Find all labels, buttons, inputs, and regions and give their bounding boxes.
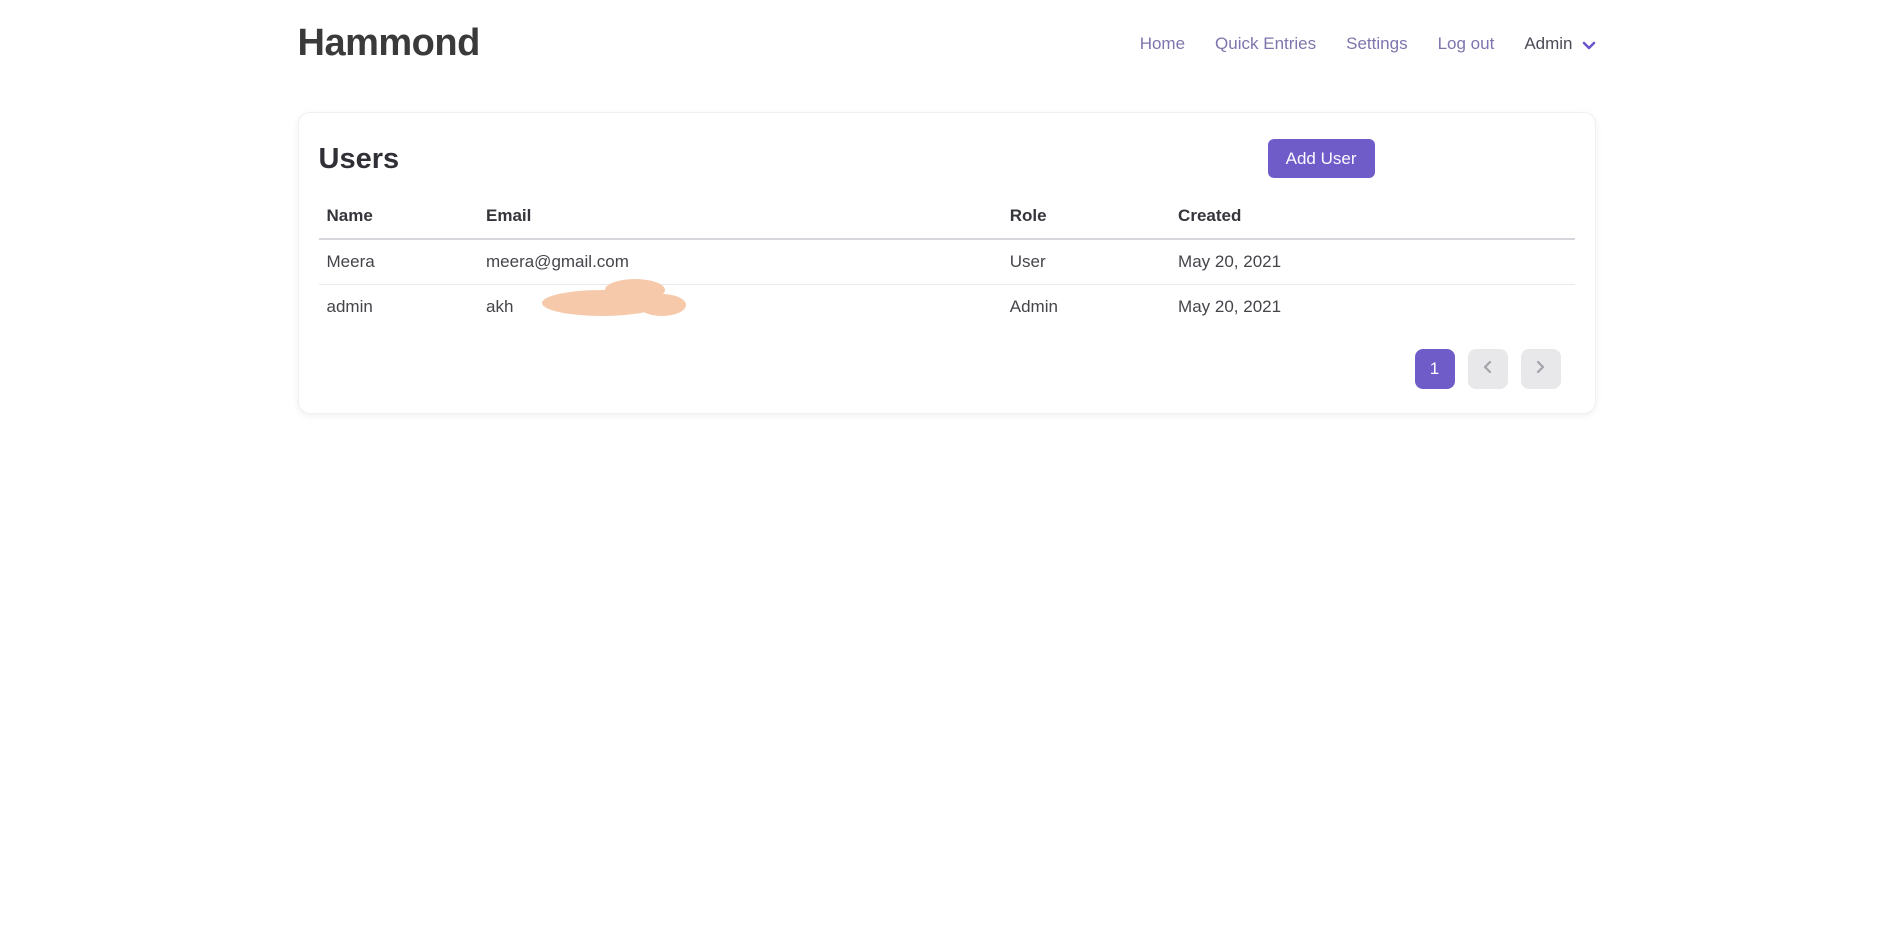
column-header-email: Email (478, 194, 1002, 239)
cell-email-text: akh (486, 297, 513, 316)
column-header-created: Created (1170, 194, 1574, 239)
table-row: Meera meera@gmail.com User May 20, 2021 (319, 239, 1575, 285)
cell-role: User (1002, 239, 1170, 285)
chevron-right-icon (1536, 359, 1545, 379)
table-row: admin akh Admin May 20, 2021 (319, 285, 1575, 330)
cell-created: May 20, 2021 (1170, 285, 1574, 330)
users-table: Name Email Role Created Meera meera@gmai… (319, 194, 1575, 329)
nav-item-settings[interactable]: Settings (1346, 34, 1407, 54)
nav-item-logout[interactable]: Log out (1438, 34, 1495, 54)
cell-name: admin (319, 285, 479, 330)
cell-name: Meera (319, 239, 479, 285)
chevron-down-icon (1582, 35, 1596, 55)
table-header-row: Name Email Role Created (319, 194, 1575, 239)
user-menu-dropdown[interactable]: Admin (1524, 32, 1595, 55)
nav-item-home[interactable]: Home (1140, 34, 1185, 54)
cell-email: akh (478, 285, 1002, 330)
column-header-name: Name (319, 194, 479, 239)
main-nav: Home Quick Entries Settings Log out Admi… (1140, 32, 1596, 55)
cell-role: Admin (1002, 285, 1170, 330)
nav-item-quick-entries[interactable]: Quick Entries (1215, 34, 1316, 54)
brand-logo[interactable]: Hammond (298, 22, 480, 65)
chevron-left-icon (1483, 359, 1492, 379)
main-content: Users Add User Name Email Role Created M… (0, 112, 1893, 414)
top-navigation-bar: Hammond Home Quick Entries Settings Log … (0, 0, 1893, 85)
cell-email: meera@gmail.com (478, 239, 1002, 285)
column-header-role: Role (1002, 194, 1170, 239)
page-title: Users (319, 143, 400, 176)
pagination: 1 (319, 349, 1561, 389)
user-menu-label: Admin (1524, 34, 1572, 54)
users-card: Users Add User Name Email Role Created M… (298, 112, 1596, 414)
pagination-prev-button[interactable] (1468, 349, 1508, 389)
pagination-next-button[interactable] (1521, 349, 1561, 389)
cell-created: May 20, 2021 (1170, 239, 1574, 285)
add-user-button[interactable]: Add User (1268, 139, 1375, 178)
pagination-page-1-button[interactable]: 1 (1415, 349, 1455, 389)
